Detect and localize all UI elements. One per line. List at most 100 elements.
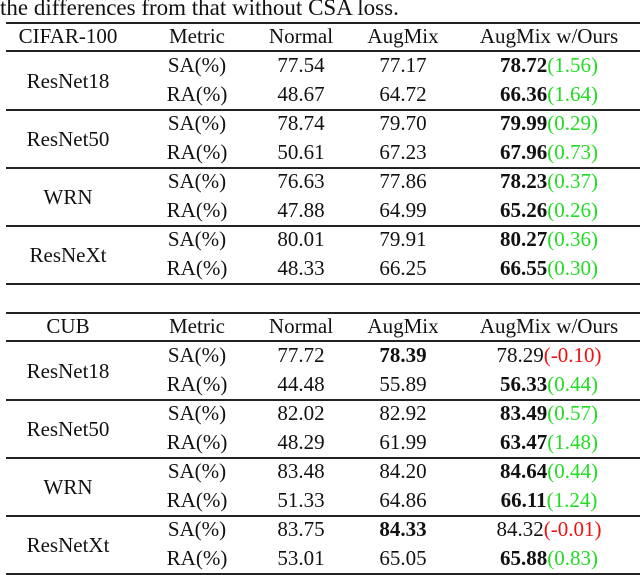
ours-diff: (1.24) [546,488,598,512]
table-row: SA(%) 76.63 77.86 78.23(0.37) [6,167,640,195]
metric-header: Metric [169,24,225,48]
table-row: SA(%) 78.74 79.70 79.99(0.29) [6,109,640,137]
table-row: RA(%) 47.88 64.99 65.26(0.26) [6,196,640,224]
metric-cell: RA(%) [166,198,228,222]
ours-value: 84.64 [500,459,548,483]
metric-cell: RA(%) [166,430,228,454]
augmix-cell: 84.33 [379,517,427,541]
header-row: CUB Metric Normal AugMix AugMix w/Ours [6,312,640,340]
augmix-cell: 84.20 [379,459,427,483]
table-row: SA(%) 82.02 82.92 83.49(0.57) [6,399,640,427]
normal-cell: 83.48 [277,459,325,483]
ours-diff: (0.57) [547,401,598,425]
ours-diff: (-0.10) [543,343,602,367]
metric-cell: SA(%) [167,111,227,135]
normal-cell: 51.33 [277,488,325,512]
augmix-cell: 67.23 [379,140,427,164]
augmix-cell: 65.05 [379,546,427,570]
ours-cell: 65.88(0.83) [458,544,640,572]
ours-value: 67.96 [500,140,548,164]
ours-cell: 84.32(-0.01) [458,515,640,543]
ours-diff: (0.83) [547,546,598,570]
ours-cell: 78.72(1.56) [458,51,640,79]
table-row: RA(%) 44.48 55.89 56.33(0.44) [6,370,640,398]
ours-diff: (1.64) [547,82,598,106]
results-table-cub: CUB Metric Normal AugMix AugMix w/Ours ResNet… [6,312,640,575]
ours-diff: (-0.01) [543,517,602,541]
normal-cell: 50.61 [277,140,325,164]
metric-cell: SA(%) [167,459,227,483]
table-row: RA(%) 48.67 64.72 66.36(1.64) [6,80,640,108]
ours-cell: 83.49(0.57) [458,399,640,427]
normal-cell: 44.48 [277,372,325,396]
normal-cell: 77.72 [277,343,325,367]
table-row: SA(%) 83.75 84.33 84.32(-0.01) [6,515,640,543]
ours-value: 56.33 [500,372,548,396]
ours-value: 66.55 [500,256,548,280]
ours-value: 78.23 [500,169,548,193]
table-row: SA(%) 83.48 84.20 84.64(0.44) [6,457,640,485]
ours-header: AugMix w/Ours [479,314,619,338]
metric-cell: SA(%) [167,401,227,425]
metric-cell: RA(%) [166,140,228,164]
augmix-cell: 79.70 [379,111,427,135]
ours-value: 66.11 [500,488,547,512]
ours-diff: (0.29) [547,111,598,135]
table-row: SA(%) 80.01 79.91 80.27(0.36) [6,225,640,253]
ours-diff: (1.48) [547,430,598,454]
normal-cell: 83.75 [277,517,325,541]
ours-value: 78.72 [500,53,548,77]
metric-cell: SA(%) [167,53,227,77]
table-row: SA(%) 77.54 77.17 78.72(1.56) [6,51,640,79]
ours-diff: (0.44) [547,372,598,396]
metric-header: Metric [169,314,225,338]
ours-cell: 84.64(0.44) [458,457,640,485]
normal-cell: 78.74 [277,111,325,135]
ours-cell: 66.55(0.30) [458,254,640,282]
ours-value: 80.27 [500,227,548,251]
ours-cell: 79.99(0.29) [458,109,640,137]
augmix-header: AugMix [367,24,439,48]
ours-diff: (0.30) [547,256,598,280]
metric-cell: SA(%) [167,227,227,251]
ours-value: 63.47 [500,430,548,454]
metric-cell: RA(%) [166,488,228,512]
ours-value: 65.26 [500,198,548,222]
table-row: RA(%) 50.61 67.23 67.96(0.73) [6,138,640,166]
augmix-cell: 82.92 [379,401,427,425]
ours-diff: (0.26) [547,198,598,222]
ours-diff: (1.56) [547,53,598,77]
header-row: CIFAR-100 Metric Normal AugMix AugMix w/Ours [6,22,640,50]
metric-cell: SA(%) [167,343,227,367]
normal-header: Normal [268,314,334,338]
ours-diff: (0.44) [547,459,598,483]
ours-value: 83.49 [500,401,548,425]
ours-cell: 66.11(1.24) [458,486,640,514]
normal-cell: 77.54 [277,53,325,77]
augmix-cell: 79.91 [379,227,427,251]
table-row: SA(%) 77.72 78.39 78.29(-0.10) [6,341,640,369]
ours-diff: (0.73) [547,140,598,164]
augmix-cell: 77.86 [379,169,427,193]
augmix-cell: 64.72 [379,82,427,106]
metric-cell: RA(%) [166,256,228,280]
augmix-cell: 61.99 [379,430,427,454]
ours-value: 78.29 [496,343,544,367]
table-caption: the differences from that without CSA lo… [0,0,399,20]
ours-diff: (0.36) [547,227,598,251]
dataset-header: CIFAR-100 [18,24,118,48]
augmix-cell: 78.39 [379,343,427,367]
metric-cell: RA(%) [166,372,228,396]
metric-cell: SA(%) [167,169,227,193]
ours-cell: 67.96(0.73) [458,138,640,166]
augmix-header: AugMix [367,314,439,338]
metric-cell: RA(%) [166,82,228,106]
table-rule [6,283,640,285]
normal-cell: 53.01 [277,546,325,570]
augmix-cell: 64.86 [379,488,427,512]
normal-cell: 48.33 [277,256,325,280]
augmix-cell: 55.89 [379,372,427,396]
ours-cell: 78.23(0.37) [458,167,640,195]
normal-cell: 47.88 [277,198,325,222]
normal-cell: 76.63 [277,169,325,193]
